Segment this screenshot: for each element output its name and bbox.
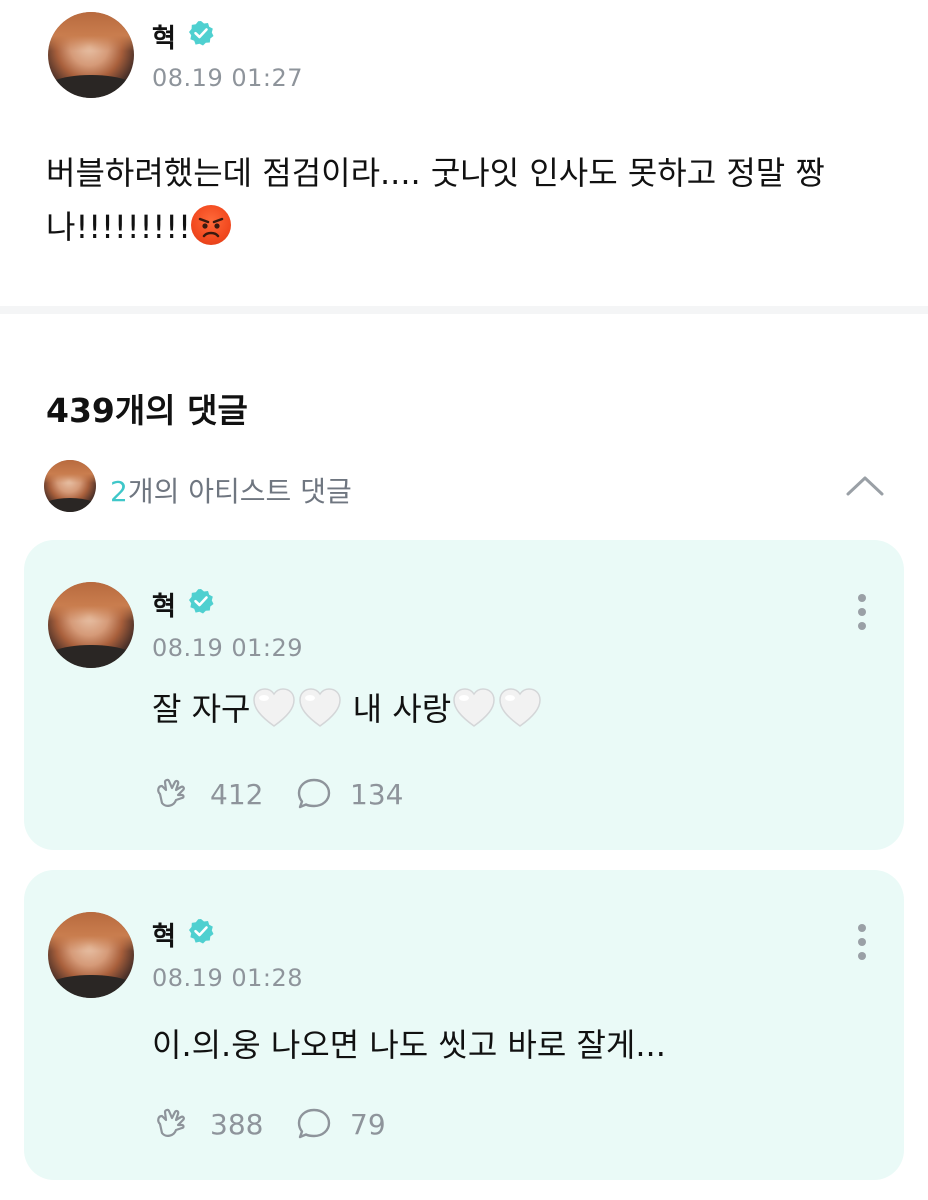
comment-count-title: 439개의 댓글 xyxy=(46,391,248,430)
comment-author-name[interactable]: 혁 xyxy=(152,586,176,623)
artist-comment-count: 2 xyxy=(110,475,128,508)
post-author-name[interactable]: 혁 xyxy=(152,18,176,55)
artist-comment-label: 개의 아티스트 댓글 xyxy=(127,475,352,508)
comment-text: 잘 자구 내 사랑 xyxy=(152,684,543,730)
post-timestamp: 08.19 01:27 xyxy=(152,64,303,92)
comment-timestamp: 08.19 01:28 xyxy=(152,964,303,992)
post-author-avatar[interactable] xyxy=(48,12,134,98)
reply-count: 79 xyxy=(350,1108,386,1141)
white-heart-icon xyxy=(498,688,542,728)
reply-count: 134 xyxy=(350,778,404,811)
white-heart-icon xyxy=(298,688,342,728)
artist-comment-card: 혁 08.19 01:29 잘 자구 내 사랑 412 134 xyxy=(24,540,904,850)
verified-badge-icon xyxy=(188,588,214,614)
comment-text-part-1: 잘 자구 xyxy=(152,690,251,728)
reply-icon[interactable] xyxy=(296,1106,332,1142)
like-icon[interactable] xyxy=(152,776,188,812)
comment-author-avatar[interactable] xyxy=(48,912,134,998)
section-divider xyxy=(0,306,928,314)
post-body-line-1: 버블하려했는데 점검이라.... 굿나잇 인사도 못하고 정말 짱 xyxy=(46,154,825,192)
more-options-icon[interactable] xyxy=(856,592,868,632)
white-heart-icon xyxy=(252,688,296,728)
comment-author-name[interactable]: 혁 xyxy=(152,916,176,953)
comment-timestamp: 08.19 01:29 xyxy=(152,634,303,662)
angry-face-icon xyxy=(190,205,231,245)
verified-badge-icon xyxy=(188,918,214,944)
white-heart-icon xyxy=(452,688,496,728)
artist-comment-card: 혁 08.19 01:28 이.의.웅 나오면 나도 씻고 바로 잘게... 3… xyxy=(24,870,904,1180)
more-options-icon[interactable] xyxy=(856,922,868,962)
chevron-up-icon[interactable] xyxy=(840,470,890,500)
post-body: 버블하려했는데 점검이라.... 굿나잇 인사도 못하고 정말 짱 나!!!!!… xyxy=(46,146,906,254)
like-count: 412 xyxy=(210,778,264,811)
post-body-line-2-wrap: 나!!!!!!!!! xyxy=(46,200,906,254)
reply-icon[interactable] xyxy=(296,776,332,812)
comment-text-part-2: 내 사랑 xyxy=(352,690,452,728)
like-icon[interactable] xyxy=(152,1106,188,1142)
like-count: 388 xyxy=(210,1108,264,1141)
comment-text: 이.의.웅 나오면 나도 씻고 바로 잘게... xyxy=(152,1026,666,1064)
verified-badge-icon xyxy=(188,20,214,46)
artist-comments-avatar[interactable] xyxy=(44,460,96,512)
artist-comments-toggle[interactable]: 2개의 아티스트 댓글 xyxy=(110,470,352,510)
comment-author-avatar[interactable] xyxy=(48,582,134,668)
post-body-line-2: 나!!!!!!!!! xyxy=(46,208,191,246)
